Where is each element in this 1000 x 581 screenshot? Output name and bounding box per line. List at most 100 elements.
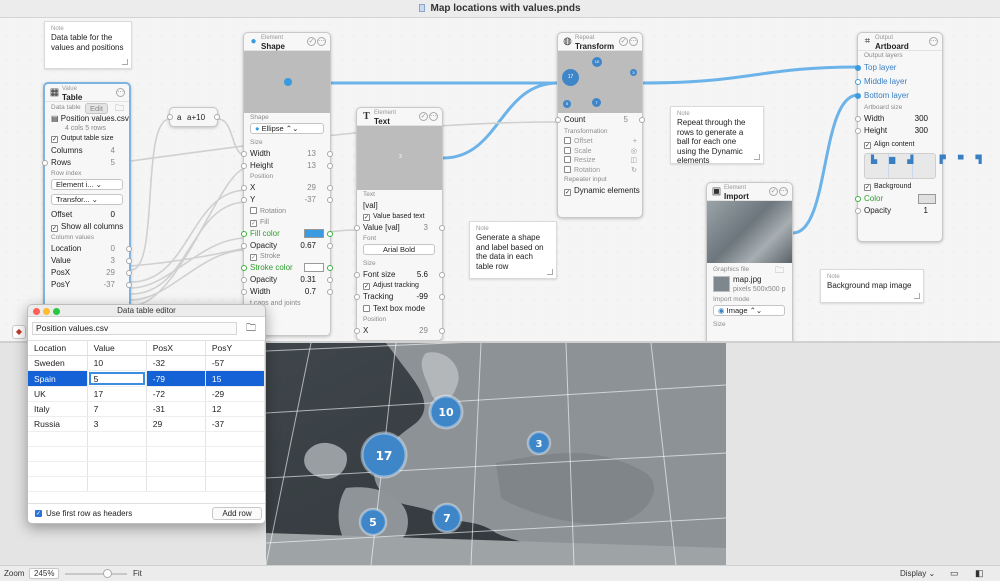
shape-node[interactable]: ● Element Shape ✓ ⋯ Shape ● Ellipse ⌃⌄ Size … xyxy=(241,32,333,336)
edit-table-button[interactable]: Edit xyxy=(85,103,108,114)
folder-icon[interactable]: 🗀 xyxy=(246,321,256,338)
minimize-window-icon[interactable] xyxy=(43,308,50,315)
canvas-right-margin xyxy=(726,343,1000,565)
adjust-tracking-checkbox[interactable]: ✓ xyxy=(363,283,370,290)
table-row[interactable]: Italy 7 -31 12 xyxy=(28,401,265,417)
use-first-row-checkbox[interactable]: ✓ xyxy=(35,510,42,517)
zoom-slider[interactable] xyxy=(65,573,127,575)
import-mode-dropdown[interactable]: ◉ Image ⌃⌄ xyxy=(713,305,785,316)
wire-import-to-bottomlayer xyxy=(792,93,859,235)
bottom-layer-input[interactable]: Bottom layer xyxy=(864,91,909,100)
check-icon[interactable]: ✓ xyxy=(419,112,428,121)
note-background-map[interactable]: Note Background map image xyxy=(820,269,924,303)
import-node[interactable]: ▣ Element Import ✓ ⋯ Graphics file 🗀 map.jpg … xyxy=(706,182,793,341)
note-data-table[interactable]: Note Data table for the values and positi… xyxy=(44,21,132,69)
data-table-editor-window[interactable]: Data table editor Position values.csv 🗀 … xyxy=(27,304,266,524)
table-row[interactable]: Russia 3 29 -37 xyxy=(28,416,265,432)
ball-label: 10 xyxy=(438,406,454,419)
table-row-selected[interactable]: Spain 5 -79 15 xyxy=(28,370,265,387)
folder-icon[interactable]: 🗀 xyxy=(115,102,124,114)
folder-icon[interactable]: 🗀 xyxy=(775,265,784,275)
top-layer-input[interactable]: Top layer xyxy=(864,63,896,72)
shape-type-dropdown[interactable]: ● Ellipse ⌃⌄ xyxy=(250,123,324,134)
node-menu-icon[interactable]: ⋯ xyxy=(929,37,938,46)
repeat-icon: ◍ xyxy=(563,36,572,47)
ball-label: 7 xyxy=(443,512,451,525)
note-generate-shape[interactable]: Note Generate a shape and label based on … xyxy=(469,221,557,279)
window-title-bar: Map locations with values.pnds xyxy=(0,0,1000,18)
node-menu-icon[interactable]: ⋯ xyxy=(317,37,326,46)
align-buttons[interactable]: ▙▆▟ ▛▀▜ xyxy=(858,151,982,181)
expression-node[interactable]: a a+10 xyxy=(167,107,220,127)
ball-label: 5 xyxy=(369,516,377,529)
middle-layer-input[interactable]: Middle layer xyxy=(864,77,907,86)
file-name-field[interactable]: Position values.csv xyxy=(32,322,237,335)
column-header[interactable]: Value xyxy=(87,341,147,356)
fill-color-swatch[interactable] xyxy=(304,229,324,238)
align-content-checkbox[interactable]: ✓ xyxy=(864,142,871,149)
row-index-dropdown[interactable]: Element i... ⌄ xyxy=(51,179,123,190)
file-icon: ▤ xyxy=(51,114,59,123)
wire-repeat-to-toplayer xyxy=(642,65,859,85)
fit-button[interactable]: Fit xyxy=(133,566,142,581)
text-icon: T xyxy=(363,111,370,122)
artboard-output-node[interactable]: ⌗ Output Artboard ⋯ Output layers Top layer… xyxy=(855,32,982,242)
editor-title: Data table editor xyxy=(117,306,176,315)
window-title: Map locations with values.pnds xyxy=(430,3,581,14)
value-table-node[interactable]: ▦ Value Table ⋯ Data table Edit 🗀 ▤ Position … xyxy=(42,82,132,341)
ball-label: 3 xyxy=(536,439,543,450)
zoom-window-icon[interactable] xyxy=(53,308,60,315)
check-icon[interactable]: ✓ xyxy=(769,187,778,196)
add-row-button[interactable]: Add row xyxy=(212,507,262,520)
table-row[interactable]: Sweden 10 -32 -57 xyxy=(28,355,265,371)
transform-dropdown[interactable]: Transfor... ⌄ xyxy=(51,194,123,205)
note-repeat[interactable]: Note Repeat through the rows to generate … xyxy=(670,106,764,165)
ellipse-icon: ● xyxy=(250,36,257,47)
repeat-preview: 10 17 3 5 7 xyxy=(558,51,642,113)
diamond-icon[interactable]: ◆ xyxy=(12,325,26,339)
status-bar: Zoom 245% Fit Display ⌄ ▭ ◧ xyxy=(0,565,1000,581)
zoom-field[interactable]: 245% xyxy=(29,568,59,579)
check-icon[interactable]: ✓ xyxy=(307,37,316,46)
stroke-color-swatch[interactable] xyxy=(304,263,324,272)
split-view-icon[interactable]: ◧ xyxy=(975,566,984,581)
background-checkbox[interactable]: ✓ xyxy=(864,184,871,191)
text-preview: 3 xyxy=(357,126,442,190)
display-menu[interactable]: Display ⌄ xyxy=(900,566,935,581)
node-menu-icon[interactable]: ⋯ xyxy=(629,37,638,46)
show-all-checkbox[interactable]: ✓ xyxy=(51,225,58,232)
map-thumbnail xyxy=(707,201,792,263)
repeat-transform-node[interactable]: ◍ Repeat Transform ✓ ⋯ 10 17 3 5 7 Count 5 Tr… xyxy=(555,32,645,218)
text-box-mode-checkbox[interactable] xyxy=(363,305,370,312)
table-row[interactable]: UK 17 -72 -29 xyxy=(28,386,265,402)
dynamic-elements-checkbox[interactable]: ✓ xyxy=(564,189,571,196)
value-based-checkbox[interactable]: ✓ xyxy=(363,214,370,221)
output-size-checkbox[interactable]: ✓ xyxy=(51,136,58,143)
fill-checkbox[interactable]: ✓ xyxy=(250,220,257,227)
background-color-swatch[interactable] xyxy=(918,194,936,204)
font-dropdown[interactable]: Arial Bold xyxy=(363,244,435,255)
image-icon: ▣ xyxy=(711,186,722,197)
stroke-checkbox[interactable]: ✓ xyxy=(250,254,257,261)
cell-editor[interactable]: 5 xyxy=(88,372,145,385)
artboard-preview[interactable]: 10 3 17 5 7 xyxy=(266,343,726,565)
node-menu-icon[interactable]: ⋯ xyxy=(115,88,125,97)
text-node[interactable]: T Element Text ✓ ⋯ 3 Text [val] ✓ Value based… xyxy=(354,107,445,341)
node-menu-icon[interactable]: ⋯ xyxy=(779,187,788,196)
close-window-icon[interactable] xyxy=(33,308,40,315)
column-header[interactable]: Location xyxy=(28,341,88,356)
check-icon[interactable]: ✓ xyxy=(619,37,628,46)
node-menu-icon[interactable]: ⋯ xyxy=(429,112,438,121)
table-icon: ▦ xyxy=(49,87,60,98)
ball-label: 17 xyxy=(376,449,393,463)
data-table[interactable]: Location Value PosX PosY Sweden 10 -32 -57 … xyxy=(28,341,265,492)
zoom-slider-knob[interactable] xyxy=(103,569,112,578)
column-header[interactable]: PosX xyxy=(146,341,206,356)
column-header[interactable]: PosY xyxy=(205,341,265,356)
text-field[interactable]: [val] xyxy=(363,201,378,210)
shape-preview xyxy=(244,51,330,113)
node-canvas[interactable]: Note Data table for the values and positi… xyxy=(0,18,1000,341)
layout-icon[interactable]: ▭ xyxy=(950,566,959,581)
document-icon xyxy=(419,4,426,12)
artboard-icon: ⌗ xyxy=(864,36,871,47)
